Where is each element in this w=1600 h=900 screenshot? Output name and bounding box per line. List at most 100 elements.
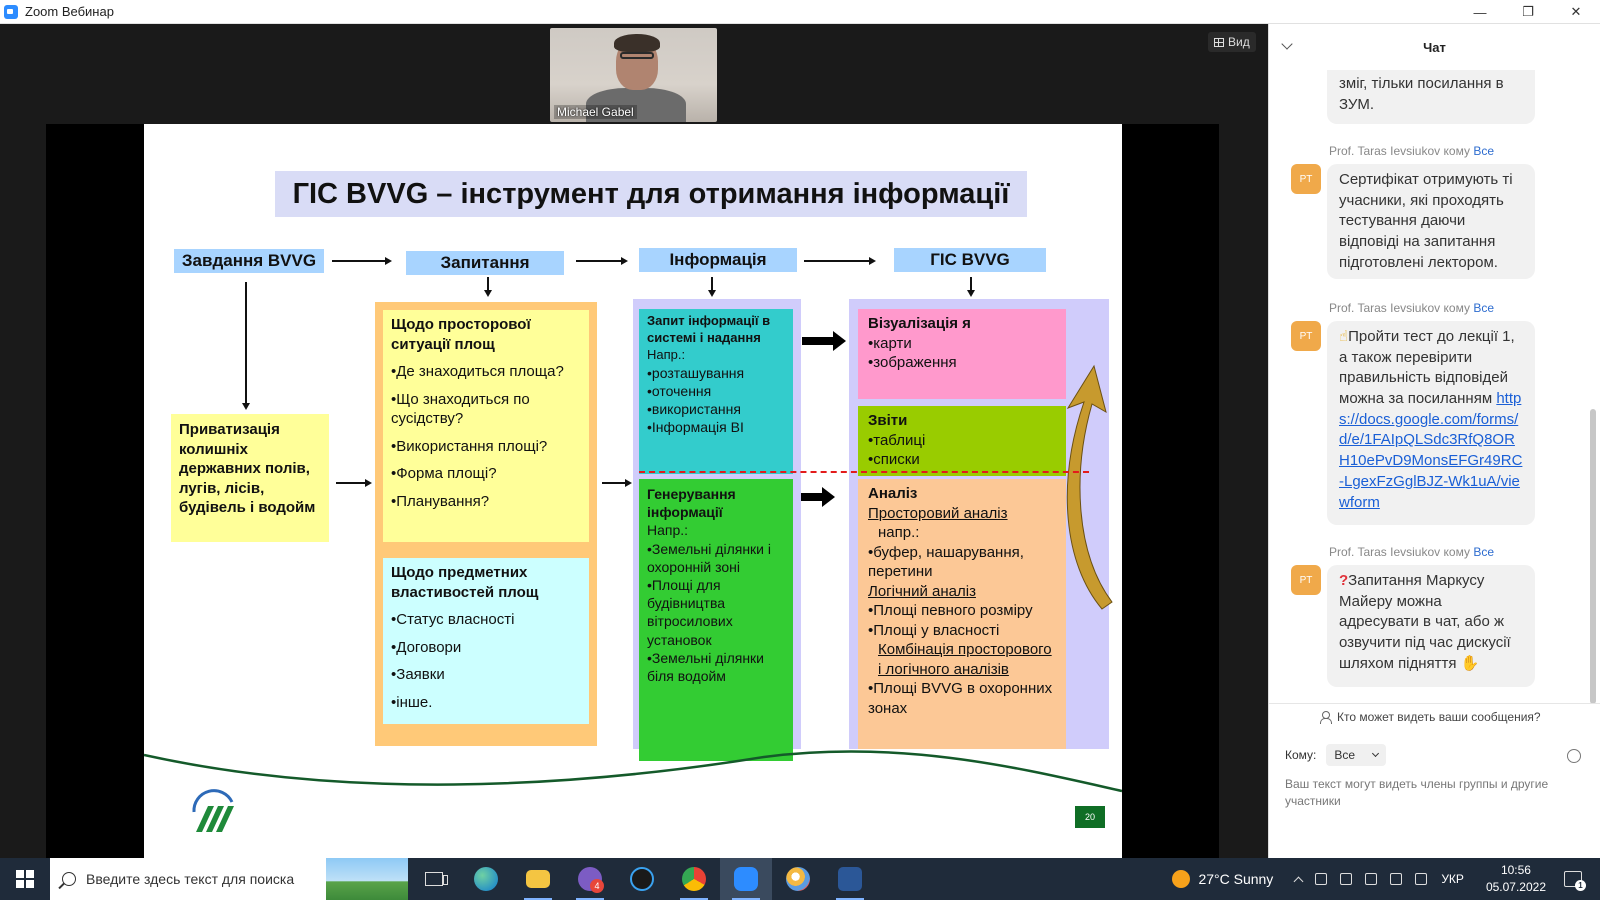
curved-arrow-graphic bbox=[1066, 364, 1113, 610]
clock[interactable]: 10:56 05.07.2022 bbox=[1486, 862, 1546, 896]
view-button[interactable]: Вид bbox=[1208, 32, 1256, 52]
recipient-link[interactable]: Все bbox=[1473, 301, 1494, 315]
wifi-icon[interactable] bbox=[1415, 873, 1428, 885]
question-mark-icon: ? bbox=[1339, 572, 1349, 589]
webex-button[interactable] bbox=[616, 858, 668, 900]
info-generate-example: Напр.: bbox=[647, 522, 689, 539]
zoom-taskbar-button[interactable] bbox=[720, 858, 772, 900]
start-button[interactable] bbox=[0, 858, 50, 900]
recipient-link[interactable]: Все bbox=[1473, 144, 1494, 158]
tray-icons bbox=[1293, 873, 1428, 887]
zoom-icon bbox=[734, 867, 758, 891]
info-query-box: Запит інформації в системі і надання Нап… bbox=[639, 309, 793, 474]
sender-to-word: кому bbox=[1443, 144, 1470, 158]
chat-sender: Prof. Taras Ievsiukov кому Все bbox=[1329, 144, 1494, 158]
list-item: зображення bbox=[868, 353, 1056, 373]
gis-analysis-box: Аналіз Просторовий аналіз напр.: буфер, … bbox=[858, 479, 1066, 749]
who-can-see-link[interactable]: Кто может видеть ваши сообщения? bbox=[1319, 710, 1541, 724]
label-questions: Запитання bbox=[406, 251, 564, 275]
list-item: карти bbox=[868, 334, 1056, 354]
logical-analysis-label: Логічний аналіз bbox=[868, 582, 976, 600]
info-generate-heading: Генерування інформації bbox=[647, 486, 736, 521]
chat-sender: Prof. Taras Ievsiukov кому Все bbox=[1329, 301, 1494, 315]
edge-button[interactable] bbox=[460, 858, 512, 900]
privatization-box: Приватизація колишніх державних полів, л… bbox=[171, 414, 329, 542]
emoji-icon[interactable] bbox=[1567, 749, 1581, 763]
arrow-right bbox=[804, 257, 876, 265]
chat-input[interactable]: Ваш текст могут видеть члены группы и др… bbox=[1285, 776, 1575, 811]
clock-date: 05.07.2022 bbox=[1485, 880, 1546, 894]
spatial-questions-heading: Щодо просторової ситуації площ bbox=[391, 316, 531, 353]
list-item: Площі BVVG в охоронних зонах bbox=[868, 679, 1056, 718]
windows-taskbar: Введите здесь текст для поиска 4 27°C Su… bbox=[0, 858, 1600, 900]
chat-panel: Чат зміг, тільки посилання в ЗУМ. Prof. … bbox=[1268, 24, 1600, 858]
viber-button[interactable]: 4 bbox=[564, 858, 616, 900]
list-item: Використання площі? bbox=[391, 437, 581, 457]
pointing-hand-icon: ☝ bbox=[1339, 328, 1349, 345]
language-indicator[interactable]: УКР bbox=[1441, 872, 1464, 886]
form-link[interactable]: https://docs.google.com/forms/d/e/1FAIpQ… bbox=[1339, 390, 1522, 510]
notification-badge: 1 bbox=[1575, 880, 1586, 891]
who-can-see-text: Кто может видеть ваши сообщения? bbox=[1337, 710, 1541, 724]
zoom-logo-icon bbox=[4, 4, 18, 19]
recipient-row: Кому: Все bbox=[1285, 744, 1387, 766]
minimize-button[interactable]: — bbox=[1456, 0, 1504, 24]
chevron-up-icon[interactable] bbox=[1293, 876, 1304, 887]
explorer-button[interactable] bbox=[512, 858, 564, 900]
chrome-button[interactable] bbox=[668, 858, 720, 900]
edge-icon bbox=[474, 867, 498, 891]
viber-badge: 4 bbox=[590, 879, 604, 893]
battery-icon[interactable] bbox=[1365, 873, 1378, 885]
search-icon bbox=[62, 872, 76, 886]
arrow-right bbox=[602, 479, 632, 487]
information-column: Запит інформації в системі і надання Нап… bbox=[633, 299, 801, 761]
paint-button[interactable] bbox=[772, 858, 824, 900]
info-query-heading: Запит інформації в системі і надання bbox=[647, 313, 771, 345]
chevron-down-icon[interactable] bbox=[1281, 38, 1293, 50]
paint-icon bbox=[786, 867, 810, 891]
arrow-right bbox=[336, 479, 372, 487]
arrow-down bbox=[242, 282, 250, 410]
arrow-down bbox=[967, 277, 975, 297]
taskbar-search[interactable]: Введите здесь текст для поиска bbox=[50, 858, 408, 900]
recipient-link[interactable]: Все bbox=[1473, 545, 1494, 559]
recipient-select[interactable]: Все bbox=[1326, 744, 1387, 766]
windows-logo-icon bbox=[16, 870, 34, 888]
label-tasks: Завдання BVVG bbox=[174, 249, 324, 273]
arrow-down bbox=[484, 277, 492, 297]
info-generate-box: Генерування інформації Напр.: Земельні д… bbox=[639, 479, 793, 761]
search-highlight-image bbox=[326, 858, 408, 900]
curved-arrow-shape bbox=[1066, 364, 1113, 610]
window-title: Zoom Вебинар bbox=[25, 4, 114, 19]
word-button[interactable] bbox=[824, 858, 876, 900]
chat-header: Чат bbox=[1269, 24, 1600, 70]
list-item: Площі певного розміру bbox=[868, 601, 1056, 621]
meet-now-icon[interactable] bbox=[1315, 873, 1328, 885]
close-button[interactable]: ✕ bbox=[1552, 0, 1600, 24]
chat-scrollbar[interactable] bbox=[1590, 409, 1596, 704]
chat-message: ☝Пройти тест до лекції 1, а також переві… bbox=[1327, 321, 1535, 525]
weather-text[interactable]: 27°C Sunny bbox=[1198, 871, 1273, 887]
task-view-button[interactable] bbox=[408, 858, 460, 900]
display-icon[interactable] bbox=[1340, 873, 1353, 885]
chat-message-text: Пройти тест до лекції 1, а також перевір… bbox=[1339, 328, 1515, 408]
slide-page-number: 20 bbox=[1075, 806, 1105, 828]
object-questions-heading: Щодо предметних властивостей площ bbox=[391, 564, 539, 601]
list-item: використання bbox=[647, 400, 785, 418]
questions-column: Щодо просторової ситуації площ Де знаход… bbox=[375, 302, 597, 746]
speaker-video[interactable]: Michael Gabel bbox=[550, 28, 717, 122]
analysis-example: напр.: bbox=[878, 524, 920, 541]
recipient-select-value: Все bbox=[1334, 748, 1356, 762]
avatar: PT bbox=[1291, 565, 1321, 595]
folder-icon bbox=[526, 870, 550, 888]
avatar: PT bbox=[1291, 164, 1321, 194]
arrow-right bbox=[332, 257, 392, 265]
chat-message: ?Запитання Маркусу Майеру можна адресува… bbox=[1327, 565, 1535, 687]
restore-button[interactable]: ❐ bbox=[1504, 0, 1552, 24]
clock-time: 10:56 bbox=[1500, 863, 1531, 878]
volume-icon[interactable] bbox=[1390, 873, 1403, 885]
list-item: Що знаходиться по сусідству? bbox=[391, 390, 581, 429]
wave-path bbox=[144, 750, 1122, 793]
notification-icon[interactable]: 1 bbox=[1564, 871, 1586, 891]
arrow-down bbox=[708, 277, 716, 297]
